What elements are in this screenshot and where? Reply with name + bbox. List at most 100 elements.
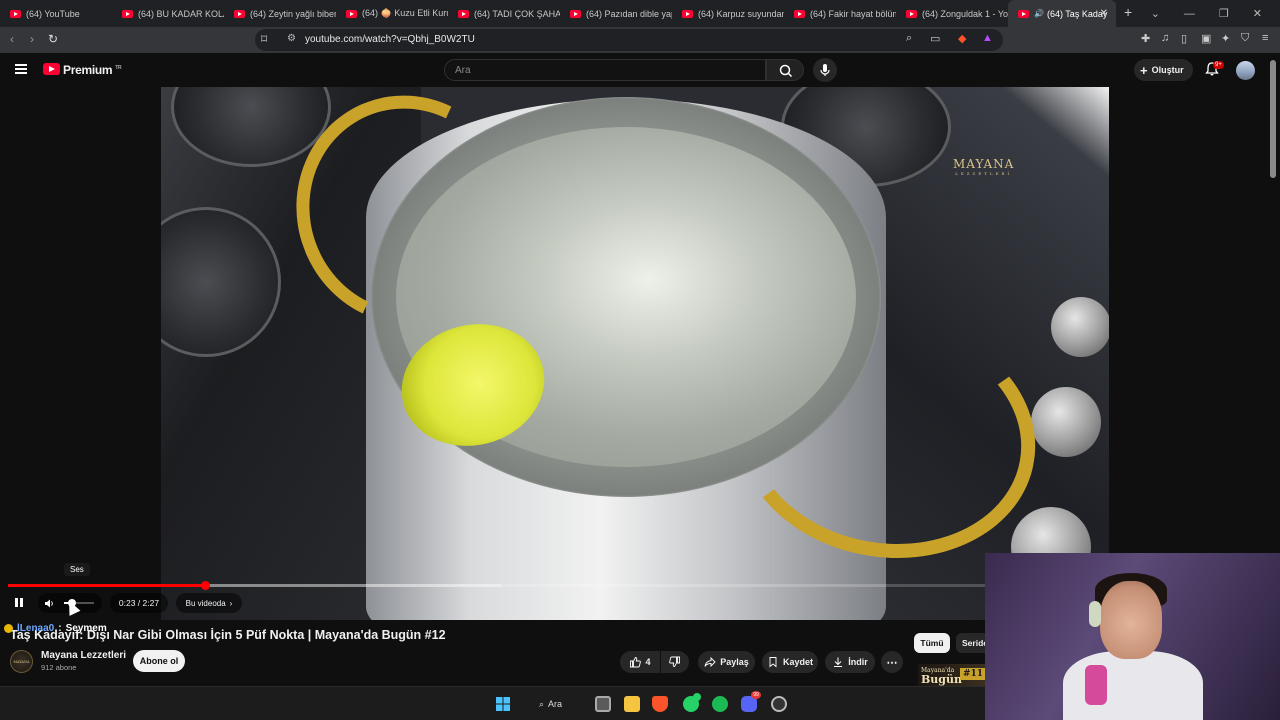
browser-tab[interactable]: (64) Karpuz suyundan: [672, 0, 784, 27]
taskbar-search[interactable]: ⌕ Ara: [533, 695, 583, 713]
search-box[interactable]: [444, 59, 766, 81]
video-player[interactable]: MAYANA LEZZETLERİ: [161, 87, 1109, 620]
obs-icon[interactable]: [771, 696, 787, 712]
windows-start-icon[interactable]: [495, 696, 511, 712]
tab-label: (64) Pazıdan dible yap: [586, 8, 672, 19]
browser-tab[interactable]: (64) Fakir hayat bölüm: [784, 0, 896, 27]
chat-separator: :: [58, 623, 62, 634]
brave-rewards-icon[interactable]: ▲: [982, 32, 993, 44]
voice-search-button[interactable]: [813, 58, 837, 82]
share-label: Paylaş: [720, 657, 749, 667]
address-bar-row: ‹ › ↻ ⌑ ⚙ youtube.com/watch?v=Qbhj_B0W2T…: [0, 27, 1280, 53]
save-label: Kaydet: [782, 657, 813, 667]
tab-label: (64) Karpuz suyundan: [698, 8, 784, 19]
like-button[interactable]: 4: [620, 651, 660, 673]
volume-tooltip: Ses: [64, 563, 90, 576]
more-actions-button[interactable]: ⋯: [881, 651, 903, 673]
guide-menu-icon[interactable]: [15, 64, 27, 74]
related-video-thumbnail[interactable]: Mayana'da Bugün #11: [918, 664, 987, 686]
dislike-button[interactable]: [661, 651, 689, 673]
youtube-favicon-icon: [346, 9, 357, 18]
account-avatar[interactable]: [1236, 61, 1255, 80]
tab-search-icon[interactable]: ⌄: [1151, 7, 1160, 20]
wallet-icon[interactable]: ▣: [1201, 32, 1211, 45]
progress-played: [8, 584, 206, 587]
browser-tab[interactable]: (64) YouTube: [0, 0, 112, 27]
whatsapp-badge: [693, 693, 701, 701]
reload-icon[interactable]: ↻: [48, 32, 58, 46]
notification-count-badge: 9+: [1213, 61, 1224, 69]
close-window-icon[interactable]: ✕: [1253, 7, 1262, 20]
new-tab-icon[interactable]: +: [1124, 4, 1132, 20]
media-icon[interactable]: ♫: [1161, 32, 1169, 44]
tab-label: (64) BU KADAR KOLAY: [138, 8, 224, 19]
browser-tab[interactable]: (64) 🧅 Kuzu Etli Kuru: [336, 0, 448, 27]
download-button[interactable]: İndir: [825, 651, 875, 673]
webcam-microphone: [1085, 665, 1107, 705]
webcam-person-body: [1063, 651, 1203, 720]
discord-badge: 99: [751, 691, 761, 699]
bookmark-icon[interactable]: ⌑: [261, 32, 267, 46]
zoom-icon[interactable]: ⌕: [906, 32, 912, 45]
volume-icon[interactable]: [44, 598, 56, 609]
file-explorer-icon[interactable]: [624, 696, 640, 712]
browser-tab[interactable]: (64) Pazıdan dible yap: [560, 0, 672, 27]
chat-badge-icon: [4, 624, 13, 633]
browser-tab[interactable]: (64) BU KADAR KOLAY: [112, 0, 224, 27]
search-input[interactable]: [445, 60, 765, 81]
tab-label: (64) Fakir hayat bölüm: [810, 8, 896, 19]
restore-icon[interactable]: ❐: [1219, 7, 1229, 20]
microphone-icon: [820, 64, 830, 76]
share-button[interactable]: Paylaş: [698, 651, 755, 673]
extensions-icon[interactable]: ✚: [1141, 32, 1150, 45]
brave-shield-icon[interactable]: ◆: [958, 32, 966, 45]
close-tab-icon[interactable]: ✕: [1100, 8, 1108, 19]
tab-label: (64) TADI ÇOK ŞAHAN: [474, 8, 560, 19]
browser-tab[interactable]: (64) Zonguldak 1 - Yo: [896, 0, 1008, 27]
page-scrollbar[interactable]: [1270, 60, 1276, 178]
thumbs-down-icon: [669, 656, 680, 667]
leo-ai-icon[interactable]: ✦: [1221, 32, 1230, 45]
vpn-icon[interactable]: ⛉: [1241, 32, 1249, 45]
search-icon: ⌕: [539, 698, 545, 709]
channel-avatar-text: MAYANA: [13, 659, 30, 664]
site-info-icon[interactable]: ⚙: [287, 33, 296, 44]
browser-tab[interactable]: (64) Zeytin yağlı biber: [224, 0, 336, 27]
browser-tab-active[interactable]: 🔊 (64) Taş Kaday ✕: [1008, 0, 1116, 27]
chapter-button[interactable]: Bu videoda ›: [176, 593, 242, 613]
sidebar-icon[interactable]: ▯: [1181, 32, 1187, 45]
chip-all[interactable]: Tümü: [914, 633, 950, 653]
back-icon[interactable]: ‹: [10, 32, 14, 46]
browser-tab[interactable]: (64) TADI ÇOK ŞAHAN: [448, 0, 560, 27]
url-text[interactable]: youtube.com/watch?v=Qbhj_B0W2TU: [305, 34, 475, 45]
youtube-logo-icon[interactable]: [43, 63, 60, 75]
channel-name[interactable]: Mayana Lezzetleri: [41, 650, 126, 661]
youtube-logo-text[interactable]: Premium TR: [63, 63, 122, 77]
create-button[interactable]: + Oluştur: [1134, 59, 1193, 81]
watermark-subtext: LEZZETLERİ: [955, 171, 1013, 176]
plus-icon: +: [1140, 62, 1148, 78]
youtube-header: PremiumTR +Oluştur 9+: [0, 53, 1280, 87]
pause-button[interactable]: [13, 596, 25, 609]
tab-label: (64) Taş Kaday: [1046, 8, 1108, 19]
video-knob: [1051, 297, 1109, 357]
watermark-text: MAYANA: [953, 157, 1015, 171]
install-app-icon[interactable]: ▭: [930, 32, 940, 45]
brave-browser-icon[interactable]: [652, 696, 668, 712]
url-bar[interactable]: ⌑ ⚙ youtube.com/watch?v=Qbhj_B0W2TU: [255, 29, 1003, 51]
minimize-icon[interactable]: —: [1184, 8, 1195, 20]
youtube-favicon-icon: [794, 9, 805, 18]
menu-icon[interactable]: ≡: [1262, 32, 1268, 44]
spotify-icon[interactable]: [712, 696, 728, 712]
youtube-favicon-icon: [458, 9, 469, 18]
bookmark-icon: [769, 657, 777, 668]
task-view-icon[interactable]: [595, 696, 611, 712]
youtube-favicon-icon: [570, 9, 581, 18]
search-button[interactable]: [766, 59, 804, 81]
webcam-overlay: [985, 553, 1280, 720]
forward-icon[interactable]: ›: [30, 32, 34, 46]
channel-avatar[interactable]: MAYANA: [10, 650, 33, 673]
thumbs-up-icon: [630, 657, 642, 668]
save-button[interactable]: Kaydet: [762, 651, 818, 673]
subscribe-button[interactable]: Abone ol: [133, 650, 185, 672]
